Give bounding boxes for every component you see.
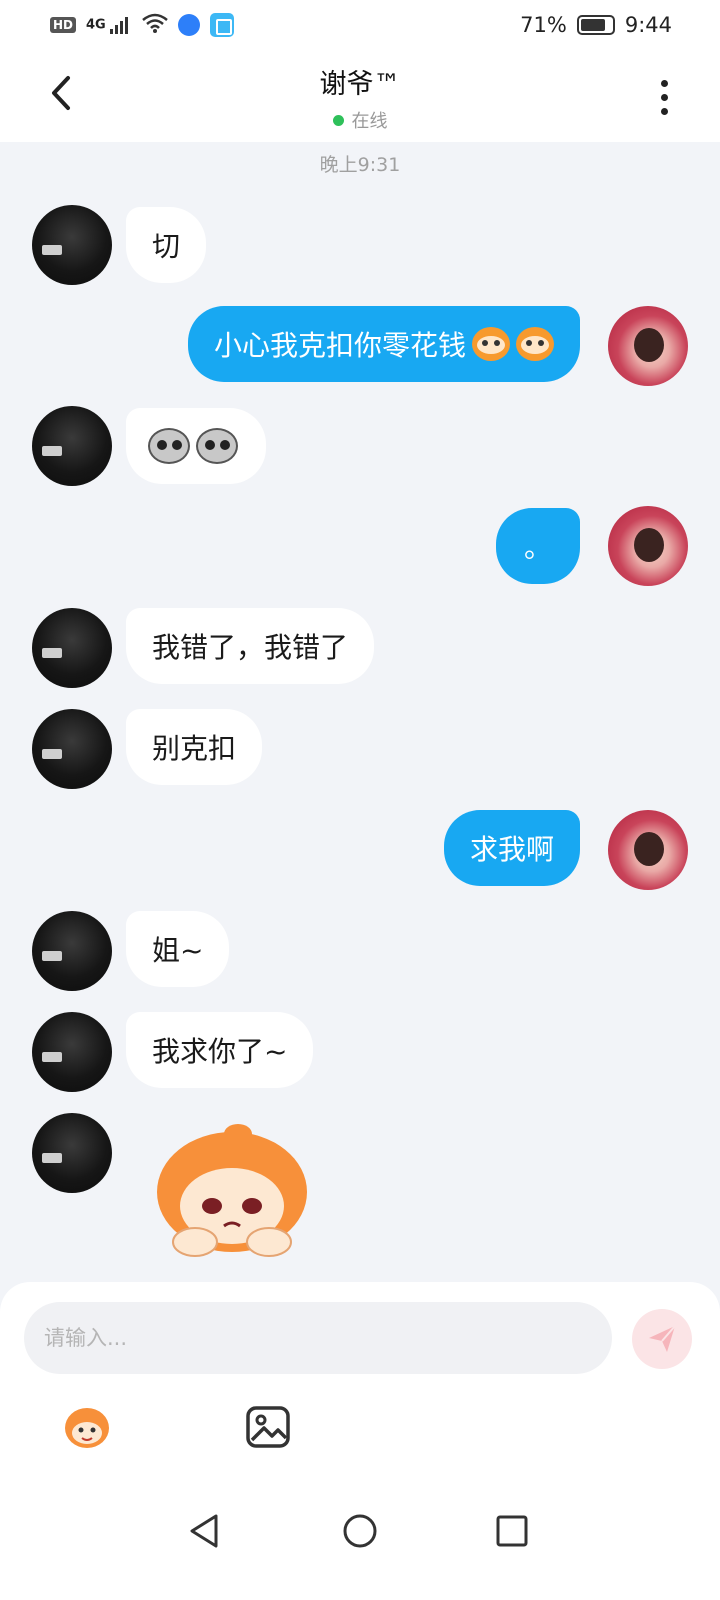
back-triangle-icon: [190, 1514, 218, 1548]
reader-app-icon: [210, 13, 235, 37]
message-bubble[interactable]: 切: [126, 207, 207, 283]
message-timestamp: 晚上9:31: [319, 154, 401, 176]
contact-avatar[interactable]: [32, 911, 112, 991]
presence-label: 在线: [351, 111, 388, 132]
message-bubble[interactable]: [126, 408, 266, 484]
send-icon: [649, 1325, 676, 1352]
status-bar: HD 4G 71% 9:44: [0, 0, 720, 50]
message-text: 别克扣: [152, 732, 237, 765]
send-button[interactable]: [632, 1309, 692, 1369]
contact-avatar[interactable]: [32, 406, 112, 486]
message-text: 。: [523, 531, 552, 564]
message-bubble[interactable]: 别克扣: [126, 709, 263, 785]
message-bubble[interactable]: 。: [495, 508, 580, 584]
message-bubble[interactable]: 姐~: [126, 911, 230, 987]
nav-home-button[interactable]: [335, 1506, 385, 1556]
gray-face-emoji-icon: [148, 428, 190, 464]
hd-icon: HD: [50, 17, 77, 33]
network-type: 4G: [86, 17, 106, 33]
clock: 9:44: [624, 13, 672, 37]
recents-square-icon: [496, 1515, 528, 1547]
composer-panel: [0, 1282, 720, 1462]
message-input[interactable]: [24, 1302, 612, 1374]
contact-avatar[interactable]: [32, 1113, 112, 1193]
monkey-emoji-icon: [472, 327, 510, 361]
signal-icon: 4G: [86, 16, 132, 34]
browser-app-icon: [178, 14, 201, 36]
wifi-icon: [142, 13, 169, 38]
nav-recents-button[interactable]: [487, 1506, 537, 1556]
message-bubble[interactable]: 求我啊: [443, 810, 580, 886]
sad-monkey-sticker[interactable]: [150, 1122, 320, 1262]
self-avatar[interactable]: [608, 810, 688, 890]
online-dot-icon: [332, 114, 344, 126]
message-bubble[interactable]: 我求你了~: [126, 1012, 314, 1088]
contact-avatar[interactable]: [32, 205, 112, 285]
message-text: 我错了，我错了: [152, 631, 349, 664]
nav-back-button[interactable]: [180, 1506, 230, 1556]
message-text: 切: [152, 230, 181, 263]
contact-avatar[interactable]: [32, 1012, 112, 1092]
more-options-button[interactable]: [644, 72, 684, 122]
message-text: 我求你了~: [152, 1035, 288, 1068]
image-picker-button[interactable]: [244, 1404, 292, 1450]
contact-avatar[interactable]: [32, 709, 112, 789]
message-text: 小心我克扣你零花钱: [213, 329, 466, 362]
system-nav-bar: [0, 1462, 720, 1600]
image-picker-icon: [246, 1406, 290, 1448]
battery-percent: 71%: [520, 13, 567, 37]
gray-face-emoji-icon: [196, 428, 238, 464]
message-bubble[interactable]: 小心我克扣你零花钱: [187, 306, 580, 382]
emoji-picker-icon: [65, 1408, 109, 1448]
self-avatar[interactable]: [608, 506, 688, 586]
contact-avatar[interactable]: [32, 608, 112, 688]
monkey-emoji-icon: [516, 327, 554, 361]
self-avatar[interactable]: [608, 306, 688, 386]
contact-name: 谢爷™: [319, 69, 401, 100]
emoji-picker-button[interactable]: [62, 1402, 112, 1450]
message-bubble[interactable]: 我错了，我错了: [126, 608, 375, 684]
more-vertical-icon: [660, 79, 668, 87]
chat-header: 谢爷™ 在线: [0, 50, 720, 142]
presence-status: 在线: [0, 107, 720, 133]
home-circle-icon: [343, 1514, 377, 1548]
message-text: 求我啊: [469, 833, 554, 866]
message-text: 姐~: [152, 934, 204, 967]
battery-icon: [576, 15, 615, 35]
